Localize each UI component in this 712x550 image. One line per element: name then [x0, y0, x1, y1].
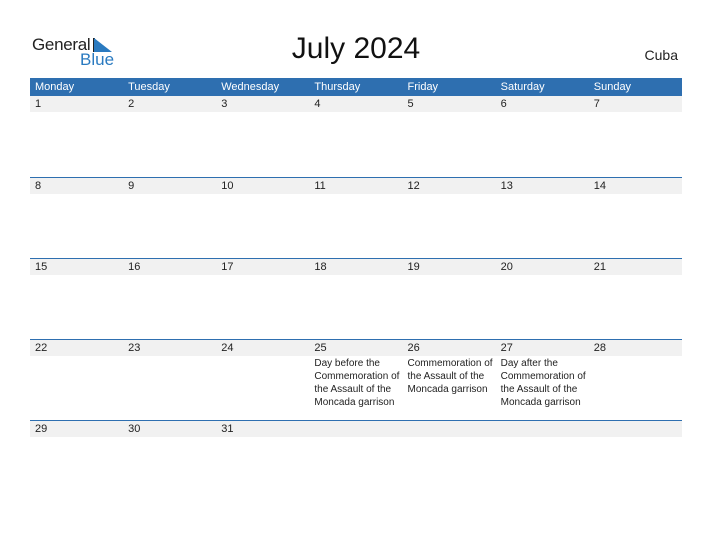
- day-number: [314, 421, 402, 437]
- week-row: 29 30 31: [30, 420, 682, 501]
- day-number: [408, 421, 496, 437]
- day-cell: 13: [496, 178, 589, 194]
- day-number: 19: [407, 261, 420, 273]
- day-number: 6: [500, 98, 507, 110]
- weekday-thursday: Thursday: [314, 81, 361, 93]
- day-cell: [589, 421, 682, 437]
- holiday-event: Day after the Commemoration of the Assau…: [500, 358, 586, 408]
- week-row: 8 9 10 11 12 13 14: [30, 177, 682, 258]
- day-cell: 16: [123, 259, 216, 275]
- day-cell: 4: [309, 96, 402, 112]
- day-number: 29: [35, 423, 48, 435]
- day-number: [594, 421, 682, 437]
- day-cell: 18: [309, 259, 402, 275]
- day-cell: 3: [216, 96, 309, 112]
- day-cell: 20: [496, 259, 589, 275]
- day-cell: 29: [30, 421, 123, 437]
- day-number: 14: [593, 180, 606, 192]
- calendar-grid: Monday Tuesday Wednesday Thursday Friday Satu…: [30, 78, 682, 501]
- day-cell: 22: [30, 340, 123, 409]
- day-cell: 2: [123, 96, 216, 112]
- day-number: 11: [314, 180, 326, 192]
- weekday-wednesday: Wednesday: [221, 81, 280, 93]
- day-cell: 10: [216, 178, 309, 194]
- day-number: 3: [221, 98, 228, 110]
- day-number: 4: [314, 98, 321, 110]
- day-cell: 31: [216, 421, 309, 437]
- day-cell: 5: [403, 96, 496, 112]
- day-number: 26: [407, 342, 420, 354]
- day-cell: 9: [123, 178, 216, 194]
- week-row: 1 2 3 4 5 6 7: [30, 96, 682, 177]
- day-number: 16: [128, 261, 141, 273]
- day-cell: 7: [589, 96, 682, 112]
- day-cell: 8: [30, 178, 123, 194]
- day-number: 23: [128, 342, 141, 354]
- day-cell: 17: [216, 259, 309, 275]
- day-number: 18: [314, 261, 327, 273]
- day-cell: 27 Day after the Commemoration of the Ass…: [496, 340, 589, 409]
- day-cell: 23: [123, 340, 216, 409]
- day-number: 22: [35, 342, 48, 354]
- week-row: 15 16 17 18 19 20 21: [30, 258, 682, 339]
- day-cell: 11: [309, 178, 402, 194]
- day-number: 25: [314, 342, 327, 354]
- day-cell: [496, 421, 589, 437]
- day-number: 24: [221, 342, 234, 354]
- day-cell: 19: [403, 259, 496, 275]
- day-cell: 12: [403, 178, 496, 194]
- weekday-header: Monday Tuesday Wednesday Thursday Friday Satu…: [30, 78, 682, 96]
- page-title: July 2024: [291, 32, 421, 65]
- holiday-event: Day before the Commemoration of the Assa…: [314, 358, 400, 408]
- day-number: 1: [35, 98, 42, 110]
- day-number: 31: [221, 423, 234, 435]
- day-cell: [403, 421, 496, 437]
- day-number: 15: [35, 261, 48, 273]
- day-number: 13: [500, 180, 513, 192]
- day-number: 30: [128, 423, 141, 435]
- day-number: 12: [407, 180, 420, 192]
- day-cell: 28: [589, 340, 682, 409]
- day-cell: 1: [30, 96, 123, 112]
- day-cell: [309, 421, 402, 437]
- day-cell: 25 Day before the Commemoration of the As…: [309, 340, 402, 409]
- day-cell: 21: [589, 259, 682, 275]
- weekday-sunday: Sunday: [593, 81, 632, 93]
- day-number: 10: [221, 180, 234, 192]
- day-number: 17: [221, 261, 234, 273]
- day-number: 7: [593, 98, 600, 110]
- day-number: 21: [593, 261, 606, 273]
- day-number: 28: [593, 342, 606, 354]
- day-number: 8: [35, 180, 42, 192]
- day-number: 27: [500, 342, 513, 354]
- day-number: 2: [128, 98, 135, 110]
- day-cell: 30: [123, 421, 216, 437]
- weekday-tuesday: Tuesday: [128, 81, 170, 93]
- day-number: 9: [128, 180, 135, 192]
- day-number: 20: [500, 261, 513, 273]
- day-cell: 26 Commemoration of the Assault of the Mo…: [403, 340, 496, 409]
- day-cell: 15: [30, 259, 123, 275]
- weekday-monday: Monday: [35, 81, 75, 93]
- day-cell: 14: [589, 178, 682, 194]
- day-number: 5: [407, 98, 414, 110]
- day-cell: 6: [496, 96, 589, 112]
- country-label: Cuba: [644, 47, 678, 63]
- day-number: [501, 421, 589, 437]
- day-cell: 24: [216, 340, 309, 409]
- week-row: 22 23 24 25 Day before the Commemoration of …: [30, 339, 682, 420]
- weekday-friday: Friday: [407, 81, 439, 93]
- weekday-saturday: Saturday: [500, 81, 545, 93]
- holiday-event: Commemoration of the Assault of the Monc…: [407, 358, 493, 395]
